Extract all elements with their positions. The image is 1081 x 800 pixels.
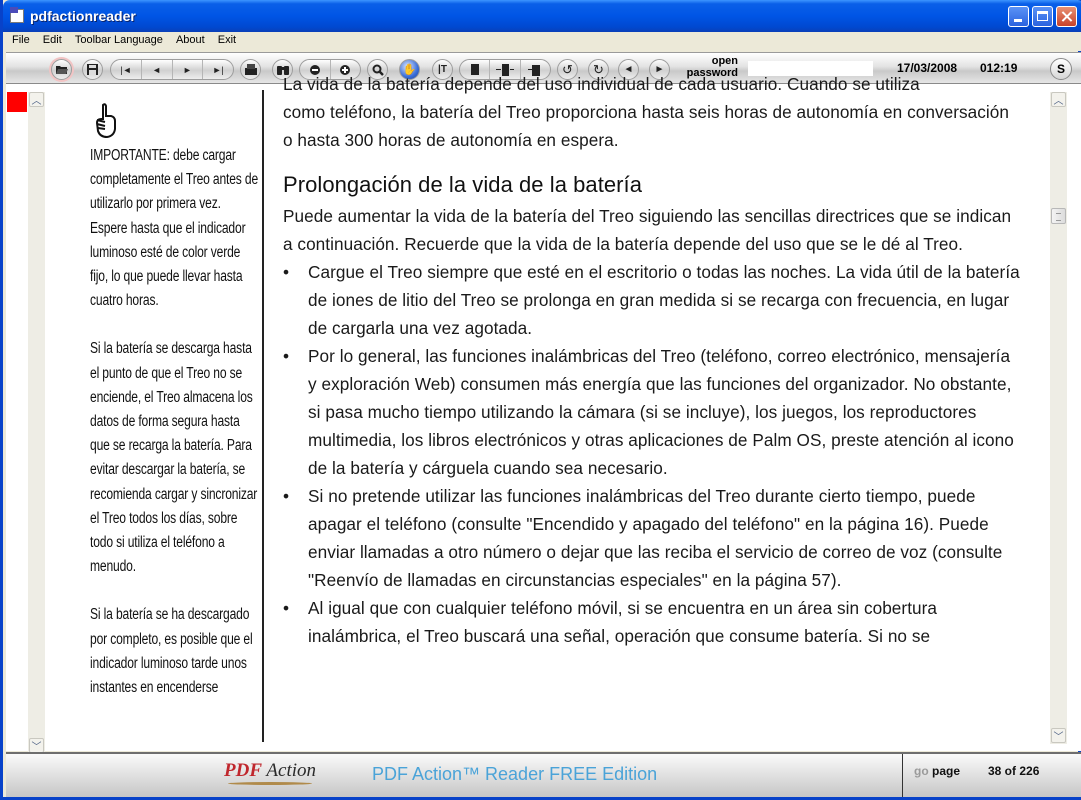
menu-bar: File Edit Toolbar Language About Exit bbox=[6, 32, 1081, 51]
scroll-thumb[interactable] bbox=[1051, 208, 1066, 224]
app-icon bbox=[10, 7, 24, 23]
menu-edit[interactable]: Edit bbox=[37, 32, 66, 46]
last-page-button[interactable]: ►| bbox=[202, 60, 233, 79]
sidebar-note: IMPORTANTE: debe cargar completamente el… bbox=[90, 144, 260, 724]
app-window: pdfactionreader File Edit Toolbar Langua… bbox=[0, 0, 1081, 800]
chevron-down-icon: ﹀ bbox=[31, 742, 42, 753]
logo-swoosh bbox=[228, 782, 312, 785]
left-scrollbar[interactable]: ︿ ﹀ bbox=[28, 92, 45, 754]
cut-off-line: La vida de la batería depende del uso in… bbox=[283, 74, 920, 94]
scroll-up-arrow[interactable]: ︿ bbox=[1051, 92, 1066, 107]
document-viewport: ︿ ﹀ IMPORTANTE: debe cargar completament… bbox=[6, 74, 1081, 754]
menu-about[interactable]: About bbox=[170, 32, 209, 46]
list-item: • Cargue el Treo siempre que esté en el e… bbox=[283, 258, 1023, 342]
open-file-button[interactable] bbox=[51, 59, 72, 80]
list-item: • Al igual que con cualquier teléfono móv… bbox=[283, 594, 1023, 650]
pointing-hand-icon bbox=[95, 103, 116, 139]
chevron-up-icon: ︿ bbox=[31, 96, 42, 107]
edition-label: PDF Action™ Reader FREE Edition bbox=[372, 764, 658, 784]
bullet: • bbox=[283, 486, 290, 506]
floppy-icon bbox=[87, 64, 98, 75]
menu-file[interactable]: File bbox=[6, 32, 34, 46]
scroll-up-arrow-left[interactable]: ︿ bbox=[29, 92, 44, 107]
right-scrollbar[interactable]: ︿ ﹀ bbox=[1050, 92, 1067, 744]
status-divider bbox=[902, 754, 903, 797]
s-button[interactable]: S bbox=[1050, 58, 1072, 80]
next-icon: ► bbox=[182, 64, 192, 75]
note-paragraph: Si la batería se descarga hasta el punto… bbox=[90, 340, 258, 576]
printer-icon bbox=[244, 64, 257, 75]
print-button[interactable] bbox=[240, 59, 261, 80]
column-divider bbox=[262, 90, 264, 742]
bullet: • bbox=[283, 346, 290, 366]
list-item: • Por lo general, las funciones inalámbri… bbox=[283, 342, 1023, 482]
scroll-down-arrow-left[interactable]: ﹀ bbox=[29, 738, 44, 753]
previous-icon: ◄ bbox=[152, 64, 162, 75]
maximize-button[interactable] bbox=[1032, 6, 1053, 27]
first-page-icon: |◄ bbox=[120, 64, 132, 75]
next-page-button[interactable]: ► bbox=[171, 60, 203, 79]
list-item: • Si no pretende utilizar las funciones i… bbox=[283, 482, 1023, 594]
section-paragraph: Puede aumentar la vida de la batería del… bbox=[283, 206, 1012, 254]
scroll-down-arrow[interactable]: ﹀ bbox=[1051, 728, 1066, 743]
chevron-up-icon: ︿ bbox=[1053, 96, 1064, 107]
page-indicator: 38 of 226 bbox=[988, 764, 1040, 778]
document-text: La vida de la batería depende del uso in… bbox=[283, 74, 1023, 650]
bullet: • bbox=[283, 598, 290, 618]
last-page-icon: ►| bbox=[212, 64, 224, 75]
minimize-button[interactable] bbox=[1008, 6, 1029, 27]
intro-paragraph: como teléfono, la batería del Treo propo… bbox=[283, 102, 1009, 150]
previous-page-button[interactable]: ◄ bbox=[140, 60, 172, 79]
note-paragraph: IMPORTANTE: debe cargar completamente el… bbox=[90, 147, 259, 310]
bookmark-marker[interactable] bbox=[7, 92, 27, 112]
close-button[interactable] bbox=[1056, 6, 1077, 27]
save-button[interactable] bbox=[82, 59, 103, 80]
status-bar: PDF Action PDF Action™ Reader FREE Editi… bbox=[6, 752, 1081, 797]
bullet: • bbox=[283, 262, 290, 282]
first-page-button[interactable]: |◄ bbox=[111, 60, 141, 79]
pdf-action-logo: PDF Action bbox=[224, 760, 316, 785]
navigation-group: |◄ ◄ ► ►| bbox=[110, 59, 234, 80]
menu-exit[interactable]: Exit bbox=[212, 32, 240, 46]
chevron-down-icon: ﹀ bbox=[1053, 732, 1064, 743]
window-title: pdfactionreader bbox=[30, 8, 136, 24]
go-page-button[interactable]: go page bbox=[914, 764, 960, 778]
section-heading: Prolongación de la vida de la batería bbox=[283, 172, 642, 197]
folder-open-icon bbox=[56, 66, 68, 74]
tips-list: • Cargue el Treo siempre que esté en el e… bbox=[283, 258, 1023, 650]
title-bar[interactable]: pdfactionreader bbox=[3, 0, 1081, 32]
note-paragraph: Si la batería se ha descargado por compl… bbox=[90, 606, 253, 697]
menu-toolbar-language[interactable]: Toolbar Language bbox=[69, 32, 167, 46]
